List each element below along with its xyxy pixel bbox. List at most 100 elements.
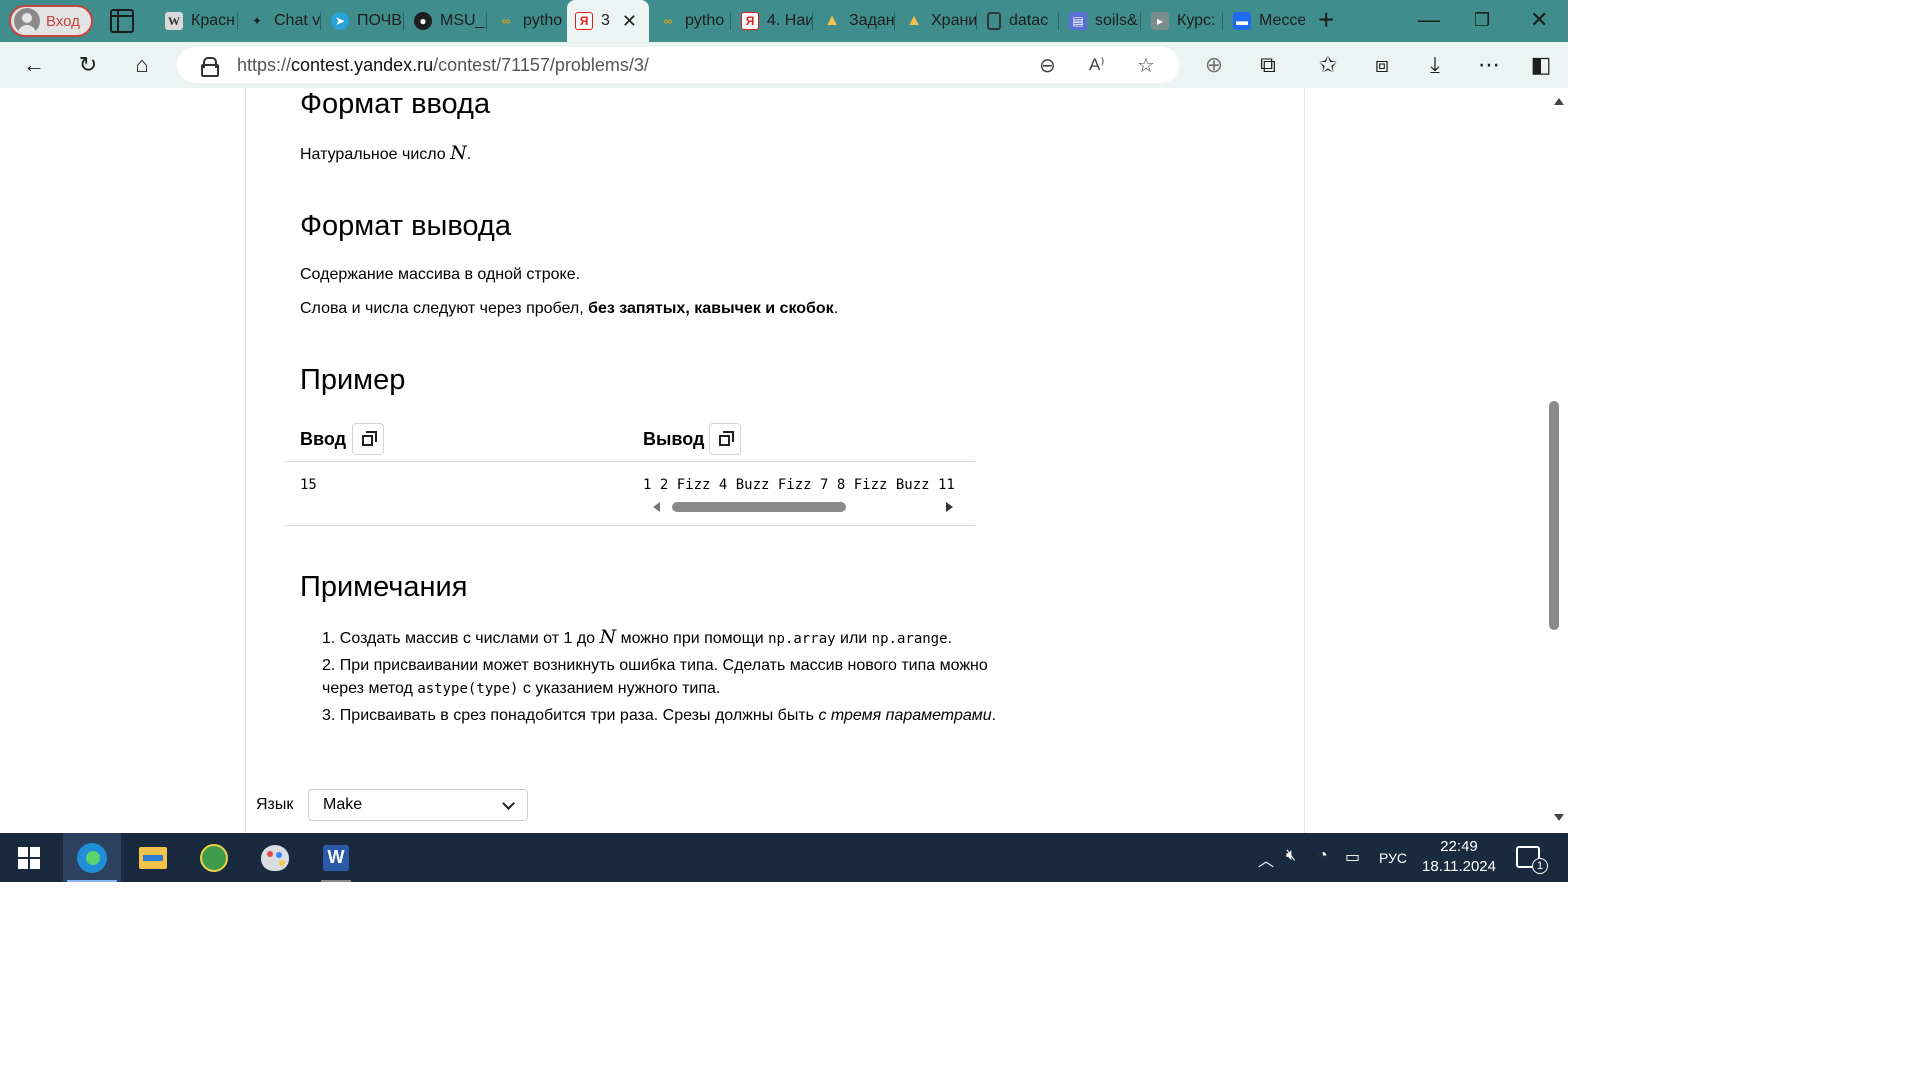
taskbar-paint[interactable]: [246, 833, 304, 882]
word-icon: W: [323, 844, 349, 871]
tab-active[interactable]: Я 3 ✕: [567, 0, 649, 42]
tab-title: Мессе: [1259, 12, 1305, 29]
home-icon[interactable]: ⌂: [129, 52, 155, 78]
collections-icon[interactable]: ⧈: [1369, 52, 1395, 78]
profile-button[interactable]: Вход: [9, 5, 93, 37]
edge-icon: [77, 842, 107, 873]
taskbar-word[interactable]: W: [307, 833, 365, 882]
yandex-icon: Я: [741, 12, 759, 30]
read-aloud-icon[interactable]: A⁾: [1089, 55, 1105, 75]
reload-icon[interactable]: ↻: [75, 52, 101, 78]
language-select-value: Make: [323, 796, 363, 813]
address-bar[interactable]: https://contest.yandex.ru/contest/71157/…: [177, 47, 1179, 83]
vertical-scrollbar[interactable]: [1548, 88, 1568, 833]
page-content: Формат ввода Натуральное число N. Формат…: [0, 88, 1548, 833]
favorite-star-icon[interactable]: ☆: [1137, 53, 1155, 78]
tab[interactable]: ➤ ПОЧВ: [323, 0, 404, 42]
tab-actions-icon[interactable]: [110, 9, 134, 33]
copy-input-button[interactable]: [352, 423, 384, 455]
new-tab-icon[interactable]: +: [1318, 6, 1334, 34]
tab-title: MSU_I: [440, 12, 487, 29]
network-icon[interactable]: ◔: [1318, 847, 1328, 865]
folder-icon: [139, 846, 167, 869]
note-item-1: 1. Создать массив с числами от 1 до N мо…: [322, 626, 952, 648]
battery-icon[interactable]: ▭: [1345, 847, 1360, 867]
tab[interactable]: ● MSU_I: [406, 0, 487, 42]
output-format-line1: Содержание массива в одной строке.: [300, 266, 581, 283]
url-text[interactable]: https://contest.yandex.ru/contest/71157/…: [237, 55, 649, 76]
taskbar-edge[interactable]: [63, 833, 121, 882]
copy-output-button[interactable]: [709, 423, 741, 455]
horizontal-scrollbar[interactable]: [648, 499, 958, 515]
document-icon: [987, 12, 1001, 30]
tab-title: soils&: [1095, 12, 1138, 29]
output-format-line2: Слова и числа следуют через пробел, без …: [300, 300, 839, 317]
scroll-right-icon[interactable]: [946, 502, 953, 512]
tab[interactable]: ✦ Chat v: [240, 0, 321, 42]
close-window-icon[interactable]: ✕: [1530, 8, 1548, 32]
tab-title: ПОЧВ: [357, 12, 402, 29]
output-format-heading: Формат вывода: [300, 210, 511, 242]
vpn-globe-icon[interactable]: ⊕: [1201, 52, 1227, 78]
restore-icon[interactable]: ❐: [1474, 8, 1490, 32]
tab[interactable]: ▲ Задан: [815, 0, 895, 42]
input-format-heading: Формат ввода: [300, 88, 491, 120]
taskbar: W ︿ 🔇︎ ◔ ▭ РУС 22:49 18.11.2024 1: [0, 833, 1568, 882]
tab[interactable]: ▤ soils&: [1061, 0, 1141, 42]
more-menu-icon[interactable]: ⋯: [1476, 52, 1502, 78]
tab[interactable]: W Красн: [157, 0, 238, 42]
favorites-icon[interactable]: ✩: [1315, 52, 1341, 78]
wikipedia-icon: W: [165, 12, 183, 30]
tab-title: 4. Наи: [767, 12, 813, 29]
tab-title: Храни: [931, 12, 977, 29]
scroll-up-icon[interactable]: [1554, 98, 1564, 105]
tab-title: Chat v: [274, 12, 321, 29]
scroll-down-icon[interactable]: [1554, 814, 1564, 821]
minimize-icon[interactable]: —: [1418, 8, 1440, 32]
messenger-icon: ▬: [1233, 12, 1251, 30]
close-tab-icon[interactable]: ✕: [622, 11, 637, 32]
scroll-left-icon[interactable]: [653, 502, 660, 512]
tab[interactable]: ▸ Курс:: [1143, 0, 1223, 42]
tab-title: 3: [601, 12, 610, 29]
tab[interactable]: datac: [979, 0, 1059, 42]
course-icon: ▸: [1151, 12, 1169, 30]
sidebar-toggle-icon[interactable]: ◧: [1528, 52, 1554, 78]
google-drive-icon: ▲: [824, 12, 840, 29]
tab[interactable]: ▲ Храни: [897, 0, 977, 42]
tab[interactable]: ▬ Мессе: [1225, 0, 1305, 42]
profile-label: Вход: [46, 12, 80, 30]
tab-title: pytho: [685, 12, 725, 29]
clock[interactable]: 22:49 18.11.2024: [1420, 837, 1498, 877]
link-icon: ∞: [501, 14, 511, 28]
scroll-thumb[interactable]: [672, 502, 846, 512]
extensions-icon[interactable]: ⧉: [1255, 52, 1281, 78]
chevron-up-icon[interactable]: ︿: [1258, 847, 1274, 871]
back-icon[interactable]: ←: [21, 52, 47, 78]
chevron-down-icon: [502, 797, 515, 810]
example-input-label: Ввод: [300, 429, 347, 449]
tab[interactable]: ∞ pytho: [651, 0, 731, 42]
input-language[interactable]: РУС: [1379, 850, 1407, 866]
telegram-icon: ➤: [331, 12, 349, 30]
notifications-icon[interactable]: 1: [1516, 846, 1548, 874]
note-item-3: 3. Присваивать в срез понадобится три ра…: [322, 707, 997, 724]
taskbar-explorer[interactable]: [124, 833, 182, 882]
notification-count: 1: [1532, 858, 1548, 874]
browser-toolbar: ← ↻ ⌂ https://contest.yandex.ru/contest/…: [0, 42, 1568, 88]
lock-icon: [201, 57, 219, 77]
tab-strip: Вход W Красн ✦ Chat v ➤ ПОЧВ ● MSU_I ∞ p…: [0, 0, 1568, 42]
divider: [285, 461, 975, 462]
taskbar-globe-app[interactable]: [185, 833, 243, 882]
tab-title: Красн: [191, 12, 235, 29]
scroll-thumb[interactable]: [1549, 401, 1559, 630]
tab[interactable]: ∞ pytho: [489, 0, 567, 42]
downloads-icon[interactable]: ⤓: [1422, 52, 1448, 78]
tab[interactable]: Я 4. Наи: [733, 0, 813, 42]
tab-title: datac: [1009, 12, 1049, 29]
start-button[interactable]: [18, 847, 40, 869]
notes-heading: Примечания: [300, 571, 468, 603]
language-select[interactable]: Make: [308, 789, 528, 821]
volume-muted-icon[interactable]: 🔇︎: [1286, 847, 1296, 865]
zoom-out-icon[interactable]: ⊖: [1039, 53, 1056, 78]
